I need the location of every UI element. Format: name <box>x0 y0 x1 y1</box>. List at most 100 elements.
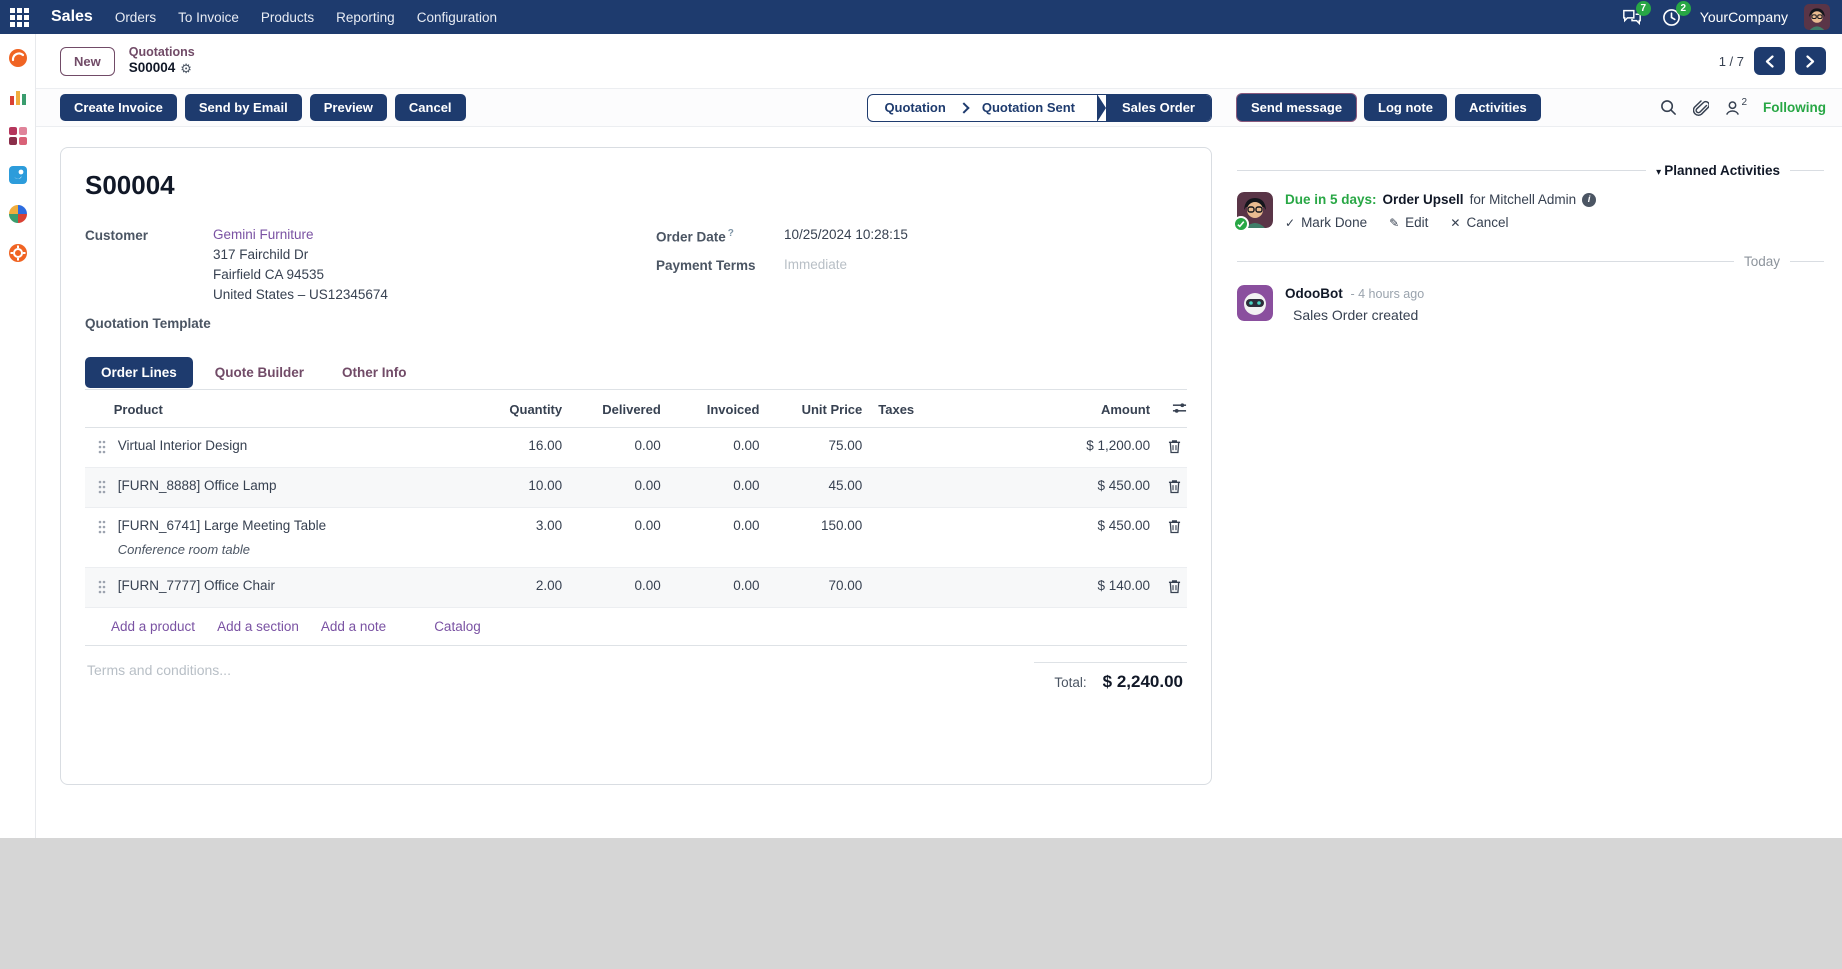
messages-icon[interactable]: 7 <box>1620 5 1644 29</box>
product-cell[interactable]: [FURN_8888] Office Lamp <box>112 468 474 508</box>
odoobot-avatar[interactable] <box>1237 285 1273 321</box>
add-section-link[interactable]: Add a section <box>217 619 299 634</box>
app-icon-pie[interactable] <box>8 204 28 224</box>
quantity-cell[interactable]: 16.00 <box>474 428 569 468</box>
tab-quote-builder[interactable]: Quote Builder <box>199 357 320 388</box>
create-invoice-button[interactable]: Create Invoice <box>60 94 177 121</box>
drag-handle-icon[interactable] <box>85 468 112 508</box>
taxes-cell[interactable] <box>868 468 991 508</box>
product-note[interactable]: Conference room table <box>118 542 468 557</box>
catalog-link[interactable]: Catalog <box>434 619 481 634</box>
search-messages-icon[interactable] <box>1660 99 1677 116</box>
cancel-activity-button[interactable]: ✕Cancel <box>1450 215 1508 230</box>
optional-columns-icon[interactable] <box>1156 392 1187 428</box>
invoiced-cell[interactable]: 0.00 <box>667 508 766 568</box>
order-line-row[interactable]: [FURN_6741] Large Meeting Table Conferen… <box>85 508 1187 568</box>
column-product: Product <box>112 392 474 428</box>
unit-price-cell[interactable]: 75.00 <box>765 428 868 468</box>
log-note-button[interactable]: Log note <box>1364 94 1447 121</box>
delete-line-icon[interactable] <box>1156 508 1187 568</box>
invoiced-cell[interactable]: 0.00 <box>667 468 766 508</box>
attachments-icon[interactable] <box>1693 99 1709 117</box>
app-icon-reporting-chart[interactable] <box>8 87 28 107</box>
activity-info-icon[interactable]: i <box>1582 193 1596 207</box>
address-line: United States – US12345674 <box>213 287 616 302</box>
cancel-button[interactable]: Cancel <box>395 94 466 121</box>
delete-line-icon[interactable] <box>1156 568 1187 608</box>
delivered-cell[interactable]: 0.00 <box>568 568 667 608</box>
menu-products[interactable]: Products <box>261 10 314 25</box>
terms-and-conditions-field[interactable]: Terms and conditions... <box>85 662 1034 678</box>
amount-cell: $ 1,200.00 <box>992 428 1156 468</box>
drag-handle-icon[interactable] <box>85 568 112 608</box>
unit-price-cell[interactable]: 45.00 <box>765 468 868 508</box>
record-actions-gear-icon[interactable]: ⚙ <box>180 61 192 77</box>
app-name[interactable]: Sales <box>51 8 93 26</box>
app-icon-settings[interactable] <box>8 243 28 263</box>
planned-activities-toggle[interactable]: ▾Planned Activities <box>1656 163 1780 178</box>
taxes-cell[interactable] <box>868 508 991 568</box>
assignee-avatar[interactable] <box>1237 192 1273 228</box>
following-toggle[interactable]: Following <box>1763 100 1826 115</box>
quantity-cell[interactable]: 10.00 <box>474 468 569 508</box>
menu-configuration[interactable]: Configuration <box>417 10 497 25</box>
product-cell[interactable]: Virtual Interior Design <box>112 428 474 468</box>
breadcrumb-quotations[interactable]: Quotations <box>129 45 195 61</box>
send-message-button[interactable]: Send message <box>1237 94 1356 121</box>
quantity-cell[interactable]: 2.00 <box>474 568 569 608</box>
company-switcher[interactable]: YourCompany <box>1700 9 1788 25</box>
unit-price-cell[interactable]: 70.00 <box>765 568 868 608</box>
menu-reporting[interactable]: Reporting <box>336 10 395 25</box>
add-product-link[interactable]: Add a product <box>111 619 195 634</box>
order-line-row[interactable]: [FURN_7777] Office Chair 2.00 0.00 0.00 … <box>85 568 1187 608</box>
pager-next-button[interactable] <box>1795 47 1826 75</box>
delivered-cell[interactable]: 0.00 <box>568 428 667 468</box>
quantity-cell[interactable]: 3.00 <box>474 508 569 568</box>
status-sales-order[interactable]: Sales Order <box>1106 95 1211 121</box>
tab-other-info[interactable]: Other Info <box>326 357 423 388</box>
customer-link[interactable]: Gemini Furniture <box>213 227 314 242</box>
user-avatar[interactable] <box>1804 4 1830 30</box>
drag-handle-icon[interactable] <box>85 428 112 468</box>
order-line-row[interactable]: Virtual Interior Design 16.00 0.00 0.00 … <box>85 428 1187 468</box>
pager-previous-button[interactable] <box>1754 47 1785 75</box>
activities-button[interactable]: Activities <box>1455 94 1541 121</box>
menu-to-invoice[interactable]: To Invoice <box>178 10 239 25</box>
record-pager: 1 / 7 <box>1719 47 1842 75</box>
activities-clock-icon[interactable]: 2 <box>1660 5 1684 29</box>
app-icon-dashboards[interactable] <box>8 126 28 146</box>
delete-line-icon[interactable] <box>1156 468 1187 508</box>
send-by-email-button[interactable]: Send by Email <box>185 94 302 121</box>
activity-name[interactable]: Order Upsell <box>1383 192 1464 207</box>
status-quotation-sent[interactable]: Quotation Sent <box>966 95 1091 121</box>
taxes-cell[interactable] <box>868 568 991 608</box>
taxes-cell[interactable] <box>868 428 991 468</box>
invoiced-cell[interactable]: 0.00 <box>667 428 766 468</box>
delivered-cell[interactable]: 0.00 <box>568 468 667 508</box>
message-author[interactable]: OdooBot <box>1285 286 1343 301</box>
product-cell[interactable]: [FURN_6741] Large Meeting Table <box>118 518 326 533</box>
apps-menu-icon[interactable] <box>10 8 29 27</box>
order-date-help-icon[interactable]: ? <box>728 228 734 239</box>
app-icon-sales[interactable] <box>8 165 28 185</box>
status-quotation[interactable]: Quotation <box>868 95 961 121</box>
tab-order-lines[interactable]: Order Lines <box>85 357 193 388</box>
drag-handle-icon[interactable] <box>85 508 112 568</box>
pager-count[interactable]: 1 / 7 <box>1719 54 1744 69</box>
mark-done-button[interactable]: ✓Mark Done <box>1285 215 1367 230</box>
payment-terms-field[interactable]: Immediate <box>784 257 1187 273</box>
unit-price-cell[interactable]: 150.00 <box>765 508 868 568</box>
followers-icon[interactable]: 2 <box>1725 100 1747 116</box>
delivered-cell[interactable]: 0.00 <box>568 508 667 568</box>
delete-line-icon[interactable] <box>1156 428 1187 468</box>
menu-orders[interactable]: Orders <box>115 10 156 25</box>
edit-activity-button[interactable]: ✎Edit <box>1389 215 1428 230</box>
preview-button[interactable]: Preview <box>310 94 387 121</box>
order-date-field[interactable]: 10/25/2024 10:28:15 <box>784 227 1187 245</box>
add-note-link[interactable]: Add a note <box>321 619 386 634</box>
new-button[interactable]: New <box>60 47 115 76</box>
order-line-row[interactable]: [FURN_8888] Office Lamp 10.00 0.00 0.00 … <box>85 468 1187 508</box>
app-icon-crm[interactable] <box>8 48 28 68</box>
invoiced-cell[interactable]: 0.00 <box>667 568 766 608</box>
product-cell[interactable]: [FURN_7777] Office Chair <box>112 568 474 608</box>
